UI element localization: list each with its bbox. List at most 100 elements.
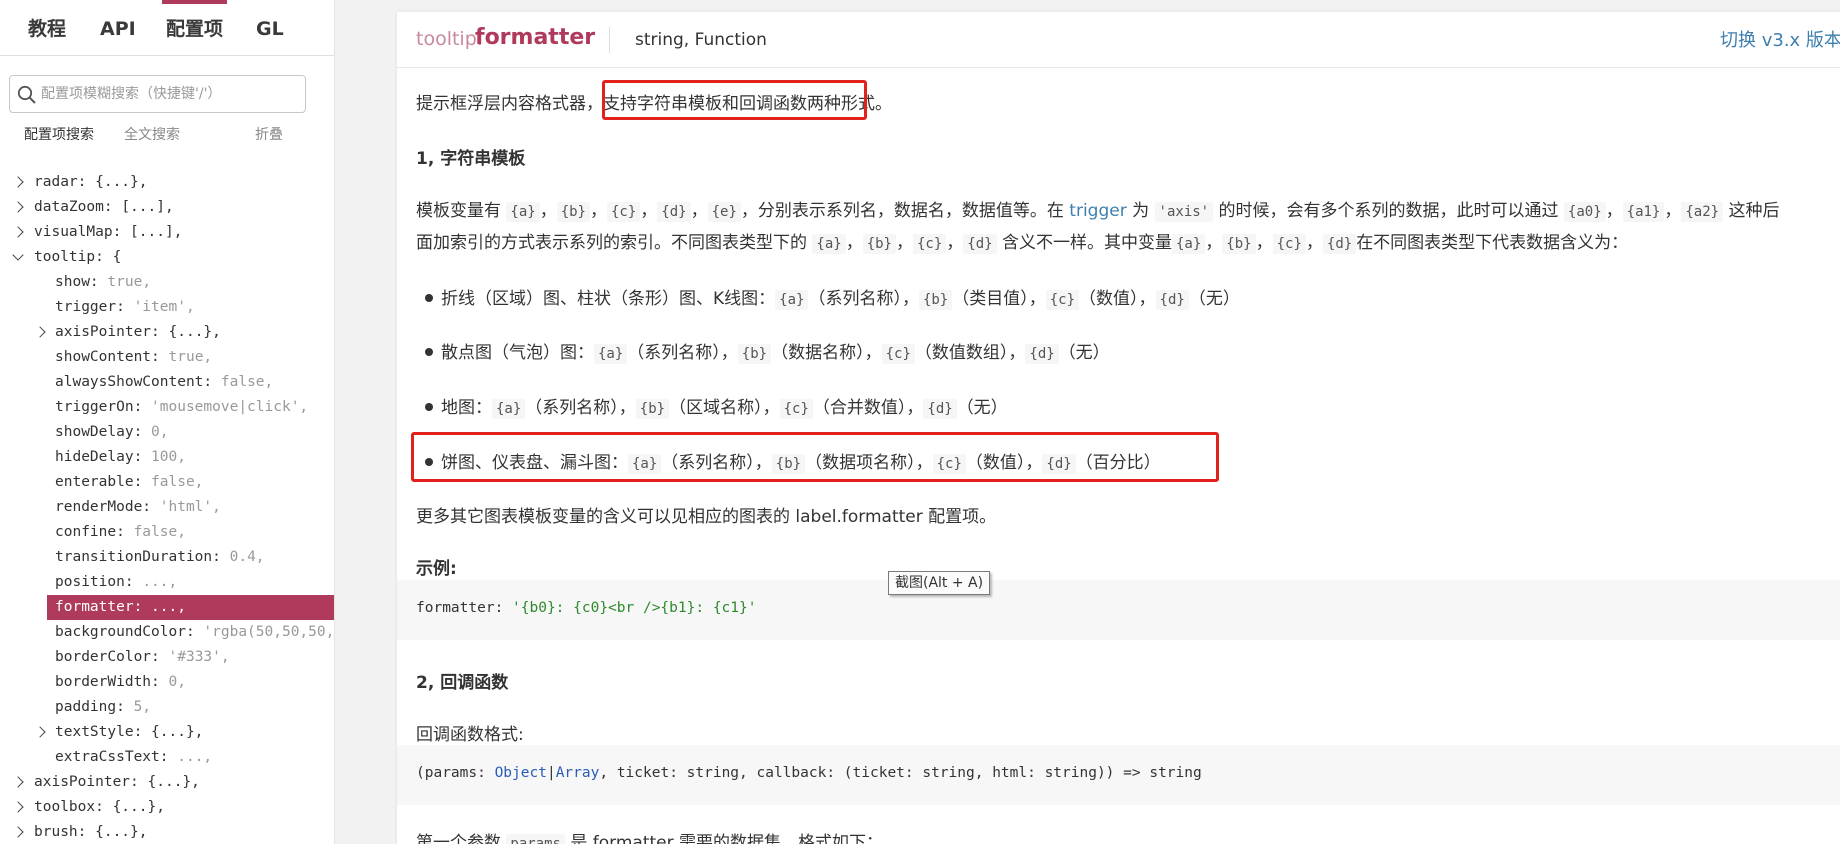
text-run: （区域名称）， [669, 398, 780, 418]
tree-row-rendermode[interactable]: renderMode: 'html', [0, 495, 334, 520]
search-mode-options[interactable]: 配置项搜索 [24, 124, 94, 144]
text-run: 面加索引的方式表示系列的索引。不同图表类型下的 [416, 233, 813, 253]
tree-row-borderwidth[interactable]: borderWidth: 0, [0, 670, 334, 695]
tree-row-hidedelay[interactable]: hideDelay: 100, [0, 445, 334, 470]
collapse-button[interactable]: 折叠 [255, 124, 283, 144]
tree-key: toolbox: [34, 799, 113, 815]
tree-row-enterable[interactable]: enterable: false, [0, 470, 334, 495]
tree-row-text: radar: {...}, [34, 170, 148, 195]
chevron-right-icon[interactable] [34, 720, 48, 745]
tree-row-showdelay[interactable]: showDelay: 0, [0, 420, 334, 445]
tree-value: true, [168, 349, 213, 365]
text-run: 是 formatter 需要的数据集。格式如下： [564, 833, 884, 844]
tree-row-padding[interactable]: padding: 5, [0, 695, 334, 720]
tree-value: {...}, [147, 774, 200, 790]
doc-link[interactable]: trigger [1069, 201, 1126, 221]
search-input[interactable] [41, 80, 296, 108]
text-run: 含义不一样。其中变量 [996, 233, 1172, 253]
tree-row-backgroundcolor[interactable]: backgroundColor: 'rgba(50,50,50,0.7)', [0, 620, 335, 645]
inline-code: {b} [918, 290, 953, 310]
text-run: （类目值）， [952, 289, 1046, 309]
tree-row-axispointer[interactable]: axisPointer: {...}, [0, 770, 334, 795]
chevron-right-icon[interactable] [12, 170, 26, 195]
tree-key: position: [55, 574, 143, 590]
more-info-paragraph: 更多其它图表模板变量的含义可以见相应的图表的 label.formatter 配… [416, 507, 997, 527]
section-heading-callback: 2, 回调函数 [416, 673, 509, 693]
inline-code: {d} [657, 202, 691, 222]
tab-options[interactable]: 配置项 [161, 0, 228, 56]
inline-code: {a} [594, 344, 628, 364]
tree-row-alwaysshowcontent[interactable]: alwaysShowContent: false, [0, 370, 334, 395]
tree-key: show: [55, 274, 108, 290]
tree-value: [...], [121, 199, 174, 215]
tree-key: alwaysShowContent: [55, 374, 221, 390]
inline-code: {e} [707, 202, 741, 222]
tree-key: renderMode: [55, 499, 160, 515]
inline-code: {a0} [1563, 202, 1606, 222]
tree-value: false, [220, 374, 274, 390]
tree-value: {...}, [112, 799, 165, 815]
tree-value: false, [151, 474, 204, 490]
tree-row-tooltip[interactable]: tooltip: { [0, 245, 334, 270]
tree-row-bordercolor[interactable]: borderColor: '#333', [0, 645, 334, 670]
text-run: 的时候，会有多个系列的数据，此时可以通过 [1213, 201, 1564, 221]
tree-row-text: formatter: ..., [55, 595, 186, 620]
chevron-right-icon[interactable] [12, 195, 26, 220]
inline-code: {a1} [1622, 202, 1665, 222]
list-item: 折线（区域）图、柱状（条形）图、K线图： {a} （系列名称）， {b} （类目值），{… [441, 284, 1240, 310]
tree-row-trigger[interactable]: trigger: 'item', [0, 295, 334, 320]
tree-value: 'rgba(50,50,50,0.7)', [203, 624, 335, 640]
tree-value: 0, [151, 424, 169, 440]
tree-key: brush: [34, 824, 96, 840]
chevron-down-icon[interactable] [12, 245, 26, 270]
tree-row-radar[interactable]: radar: {...}, [0, 170, 334, 195]
switch-version-link[interactable]: 切换 v3.x 版本 [1720, 26, 1840, 52]
tree-row-transitionduration[interactable]: transitionDuration: 0.4, [0, 545, 334, 570]
tree-row-confine[interactable]: confine: false, [0, 520, 334, 545]
list-item: 地图： {a} （系列名称）， {b} （区域名称）， {c} （合并数值）， {d} （无） [441, 393, 1008, 419]
inline-code: {d} [1025, 344, 1059, 364]
bullet-icon [425, 294, 433, 302]
tree-row-visualmap[interactable]: visualMap: [...], [0, 220, 334, 245]
tree-row-textstyle[interactable]: textStyle: {...}, [0, 720, 334, 745]
text-run: （系列名称）， [808, 289, 919, 309]
chevron-right-icon[interactable] [12, 220, 26, 245]
inline-code: {a} [506, 202, 540, 222]
tree-key: extraCssText: [55, 749, 178, 765]
tree-row-toolbox[interactable]: toolbox: {...}, [0, 795, 334, 820]
tab-tutorial[interactable]: 教程 [28, 0, 66, 56]
tree-row-axispointer[interactable]: axisPointer: {...}, [0, 320, 334, 345]
inline-code: {a} [1172, 234, 1206, 254]
tree-value: 'item', [133, 299, 195, 315]
search-mode-fulltext[interactable]: 全文搜索 [124, 124, 180, 144]
tree-key: radar: [34, 174, 96, 190]
tree-row-show[interactable]: show: true, [0, 270, 334, 295]
tree-row-text: axisPointer: {...}, [34, 770, 200, 795]
tree-row-brush[interactable]: brush: {...}, [0, 820, 334, 844]
inline-code: {a} [812, 234, 846, 254]
tree-row-text: brush: {...}, [34, 820, 148, 844]
tab-gl[interactable]: GL [256, 0, 284, 56]
chevron-right-icon[interactable] [34, 320, 48, 345]
tree-row-datazoom[interactable]: dataZoom: [...], [0, 195, 334, 220]
tab-api[interactable]: API [100, 0, 136, 56]
tree-key: formatter: [55, 599, 152, 615]
inline-code: {c} [1272, 234, 1306, 254]
tree-row-extracsstext[interactable]: extraCssText: ..., [0, 745, 334, 770]
inline-code: {b} [1222, 234, 1256, 254]
chevron-right-icon[interactable] [12, 820, 26, 844]
example-label: 示例: [416, 559, 457, 579]
text-run: （数值数组）， [914, 343, 1026, 363]
section-heading-string-template: 1, 字符串模板 [416, 149, 526, 169]
tree-row-triggeron[interactable]: triggerOn: 'mousemove|click', [0, 395, 334, 420]
chevron-right-icon[interactable] [12, 795, 26, 820]
tree-row-showcontent[interactable]: showContent: true, [0, 345, 334, 370]
tree-value: {...}, [95, 174, 148, 190]
tree-row-position[interactable]: position: ..., [0, 570, 334, 595]
tree-row-text: trigger: 'item', [55, 295, 195, 320]
text-run: , ticket: string, callback: (ticket: str… [599, 765, 1202, 781]
inline-code: {d} [923, 399, 957, 419]
inline-code: {c} [881, 344, 915, 364]
tree-row-formatter[interactable]: formatter: ..., [47, 595, 334, 620]
chevron-right-icon[interactable] [12, 770, 26, 795]
